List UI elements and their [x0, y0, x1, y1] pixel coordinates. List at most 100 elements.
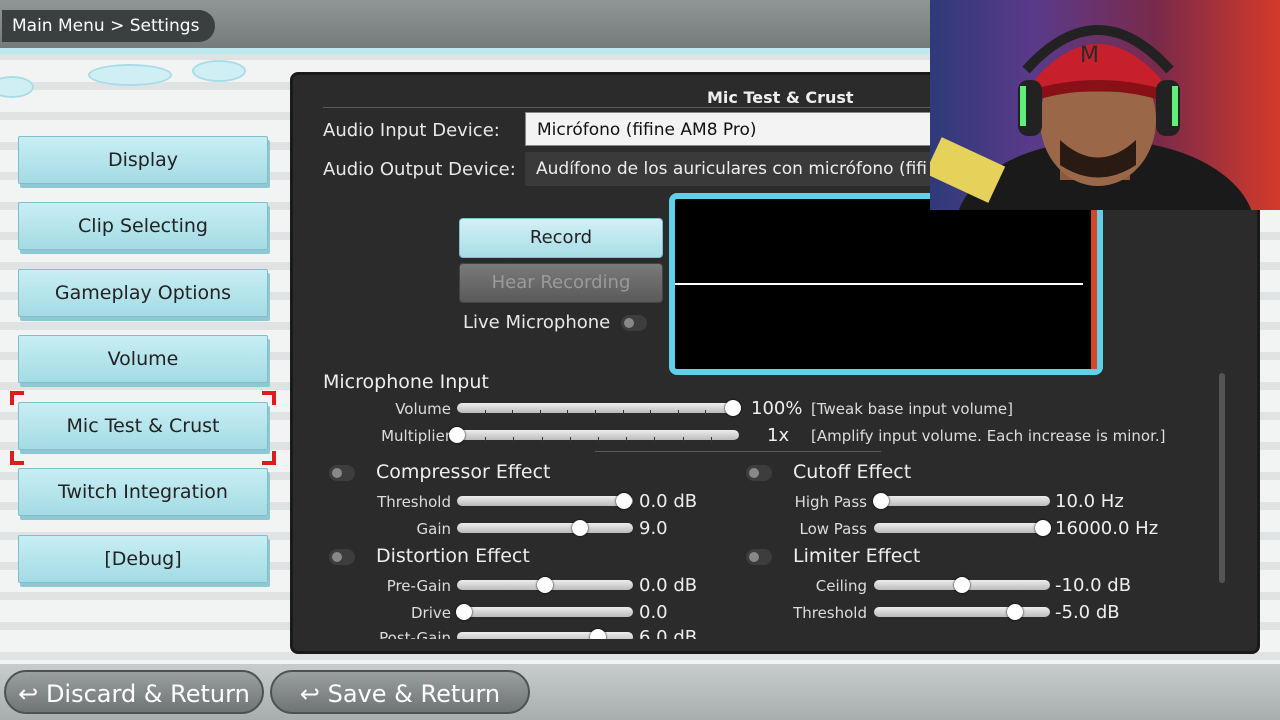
compressor-gain-label: Gain [416, 520, 452, 538]
low-pass-label: Low Pass [799, 520, 868, 538]
waveform-line [675, 283, 1083, 285]
pre-gain-value: 0.0 dB [639, 575, 698, 596]
slider-tick [705, 410, 707, 416]
slider-knob[interactable] [456, 604, 473, 620]
record-button[interactable]: Record [459, 218, 663, 258]
save-return-label: Save & Return [327, 680, 501, 708]
cutoff-toggle[interactable] [746, 465, 772, 481]
live-microphone-toggle[interactable] [621, 315, 647, 331]
sidebar-item-mic-test[interactable]: Mic Test & Crust [18, 402, 268, 450]
limiter-threshold-slider[interactable] [874, 604, 1050, 620]
svg-text:M: M [1080, 43, 1099, 68]
slider-knob[interactable] [873, 493, 890, 509]
slider-tick [654, 437, 656, 443]
slider-tick [677, 410, 679, 416]
sidebar-item-debug[interactable]: [Debug] [18, 535, 268, 583]
low-pass-slider[interactable] [874, 520, 1051, 536]
post-gain-slider[interactable] [457, 629, 633, 639]
sidebar-item-clip-selecting[interactable]: Clip Selecting [18, 202, 268, 250]
sidebar-item-gameplay-options[interactable]: Gameplay Options [18, 269, 268, 317]
panel-scrollbar[interactable] [1219, 373, 1225, 583]
cutoff-heading: Cutoff Effect [793, 461, 912, 483]
drive-slider[interactable] [456, 604, 633, 620]
panel-title: Mic Test & Crust [707, 88, 854, 107]
slider-tick [622, 410, 624, 416]
volume-slider[interactable] [457, 400, 741, 416]
return-arrow-icon: ↩ [299, 680, 328, 708]
slider-tick [567, 410, 569, 416]
ceiling-slider[interactable] [874, 577, 1050, 593]
slider-knob[interactable] [616, 493, 633, 509]
distortion-heading: Distortion Effect [376, 545, 530, 567]
slider-tick [710, 437, 712, 443]
discard-return-button[interactable]: ↩ Discard & Return [4, 670, 264, 714]
output-device-label: Audio Output Device: [323, 159, 516, 180]
post-gain-label: Post-Gain [379, 629, 451, 639]
slider-tick [512, 410, 514, 416]
output-device-select[interactable]: Audífono de los auriculares con micrófon… [525, 152, 945, 186]
multiplier-hint: [Amplify input volume. Each increase is … [811, 427, 1166, 445]
volume-hint: [Tweak base input volume] [811, 400, 1013, 418]
microphone-input-heading: Microphone Input [323, 371, 489, 393]
clipped-row: Post-Gain 6.0 dB [293, 627, 893, 639]
slider-knob[interactable] [537, 577, 553, 593]
pre-gain-label: Pre-Gain [386, 577, 451, 595]
limiter-toggle[interactable] [746, 549, 772, 565]
multiplier-value: 1x [767, 425, 790, 446]
slider-tick [539, 410, 541, 416]
limiter-threshold-label: Threshold [793, 604, 867, 622]
multiplier-label: Multiplier [381, 427, 451, 445]
slider-knob[interactable] [572, 520, 589, 536]
compressor-gain-slider[interactable] [457, 520, 633, 536]
sidebar-item-display[interactable]: Display [18, 136, 268, 184]
live-microphone-label: Live Microphone [463, 312, 611, 333]
webcam-overlay: M [930, 0, 1280, 210]
slider-tick [569, 437, 571, 443]
slider-knob[interactable] [1006, 604, 1023, 620]
slider-knob[interactable] [725, 400, 741, 416]
level-indicator [1091, 199, 1097, 369]
compressor-toggle[interactable] [329, 465, 355, 481]
pre-gain-slider[interactable] [457, 577, 633, 593]
title-divider [323, 107, 943, 108]
post-gain-value: 6.0 dB [639, 627, 698, 639]
input-device-select[interactable]: Micrófono (fifine AM8 Pro) [525, 112, 945, 146]
sidebar-item-volume[interactable]: Volume [18, 335, 268, 383]
volume-value: 100% [751, 398, 803, 419]
high-pass-label: High Pass [794, 493, 867, 511]
limiter-threshold-value: -5.0 dB [1055, 602, 1120, 623]
slider-knob[interactable] [954, 577, 970, 593]
slider-tick [682, 437, 684, 443]
limiter-heading: Limiter Effect [793, 545, 921, 567]
compressor-threshold-slider[interactable] [457, 493, 633, 509]
slider-tick [626, 437, 628, 443]
slider-knob[interactable] [589, 629, 606, 639]
high-pass-slider[interactable] [873, 493, 1050, 509]
volume-label: Volume [395, 400, 451, 418]
ceiling-value: -10.0 dB [1055, 575, 1132, 596]
drive-value: 0.0 [639, 602, 668, 623]
slider-knob[interactable] [449, 427, 465, 443]
slider-knob[interactable] [1034, 520, 1051, 536]
sidebar-item-twitch-integration[interactable]: Twitch Integration [18, 468, 268, 516]
compressor-heading: Compressor Effect [376, 461, 551, 483]
slider-tick [598, 437, 599, 443]
background-decoration [0, 56, 290, 106]
high-pass-value: 10.0 Hz [1055, 491, 1124, 512]
streamer-webcam-image: M [930, 25, 1252, 210]
footer-bar: ↩ Discard & Return ↩ Save & Return [0, 664, 1280, 720]
distortion-toggle[interactable] [329, 549, 355, 565]
save-return-button[interactable]: ↩ Save & Return [270, 670, 530, 714]
multiplier-slider[interactable] [449, 427, 739, 443]
waveform-display [669, 193, 1103, 375]
input-device-label: Audio Input Device: [323, 120, 500, 141]
compressor-threshold-value: 0.0 dB [639, 491, 698, 512]
hear-recording-button[interactable]: Hear Recording [459, 263, 663, 303]
compressor-threshold-label: Threshold [377, 493, 451, 511]
slider-tick [484, 410, 486, 416]
low-pass-value: 16000.0 Hz [1055, 518, 1159, 539]
slider-tick [650, 410, 652, 416]
slider-tick [485, 437, 487, 443]
return-arrow-icon: ↩ [18, 680, 46, 708]
drive-label: Drive [411, 604, 451, 622]
